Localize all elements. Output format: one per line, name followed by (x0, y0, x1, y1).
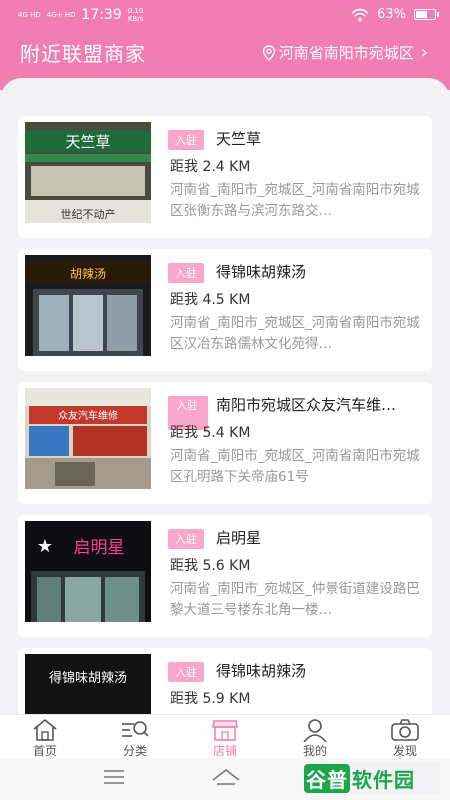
tab-store[interactable]: 店铺 (180, 715, 270, 758)
merchant-card[interactable]: 胡辣汤 入驻 得锦味胡辣汤 距我 4.5 KM 河南省_南阳市_宛城区_河南省南… (18, 249, 432, 371)
merchant-photo: 天竺草 世纪不动产 (25, 122, 151, 223)
tab-home[interactable]: 首页 (0, 715, 90, 758)
battery-icon (414, 9, 439, 20)
merchant-distance: 距我 5.9 KM (170, 691, 251, 707)
camera-icon (391, 719, 419, 741)
merchant-address: 河南省_南阳市_宛城区_河南省南阳市宛城区汉冶东路儒林文化苑得… (170, 315, 420, 352)
merchant-address: 河南省_南阳市_宛城区_仲景街道建设路巴黎大道三号楼东北角一楼… (170, 581, 420, 618)
merchant-photo: 众友汽车维修 (25, 388, 151, 489)
tab-mine[interactable]: 我的 (270, 715, 360, 758)
merchant-name: 启明星 (216, 529, 262, 547)
network-speed: 0.10 KB/s (128, 7, 144, 23)
watermark-text-b: 软件园 (352, 767, 415, 792)
battery-percent: 63% (377, 7, 406, 22)
home-nav-icon[interactable] (211, 768, 241, 786)
tab-label: 我的 (302, 744, 327, 758)
cell-signal-2: 4G+ HD (46, 11, 76, 19)
merchant-list-panel: 天竺草 世纪不动产 入驻 天竺草 距我 2.4 KM 河南省_南阳市_宛城区_河… (0, 78, 450, 718)
merchant-card[interactable]: 众友汽车维修 入驻 南阳市宛城区众友汽车维… 距我 5.4 KM 河南省_南阳市… (18, 382, 432, 504)
merchant-card[interactable]: ★ 启明星 入驻 启明星 距我 5.6 KM 河南省_南阳市_宛城区_仲景街道建… (18, 515, 432, 637)
svg-text:★: ★ (37, 536, 53, 557)
speed-value: 0.10 (127, 7, 144, 15)
status-time: 17:39 (81, 7, 122, 23)
sign-text: 天竺草 (65, 133, 110, 151)
status-bar: 4G HD 4G+ HD 17:39 0.10 KB/s 63% (0, 0, 450, 30)
sign-text: 得锦味胡辣汤 (49, 670, 127, 686)
joined-badge: 入驻 (168, 130, 204, 150)
merchant-photo: ★ 启明星 (25, 521, 151, 622)
speed-unit: KB/s (127, 15, 144, 23)
store-icon (212, 720, 238, 741)
merchant-distance: 距我 4.5 KM (170, 292, 251, 308)
location-selector[interactable]: 河南省南阳市宛城区 › (262, 42, 428, 63)
location-pin-icon (262, 44, 275, 61)
tab-discover[interactable]: 发现 (360, 715, 450, 758)
sign-text: 胡辣汤 (70, 267, 106, 281)
home-icon (33, 718, 57, 741)
sign-text: 启明星 (74, 538, 125, 558)
joined-badge: 入驻 (168, 263, 204, 283)
merchant-name: 得锦味胡辣汤 (216, 263, 307, 281)
merchant-distance: 距我 5.4 KM (170, 425, 251, 441)
merchant-name: 南阳市宛城区众友汽车维… (216, 396, 397, 414)
merchant-name: 得锦味胡辣汤 (216, 662, 307, 680)
joined-badge: 入驻 (168, 662, 204, 682)
tab-label: 店铺 (212, 744, 237, 758)
tab-label: 首页 (32, 744, 57, 758)
tab-category[interactable]: 分类 (90, 715, 180, 758)
menu-icon[interactable] (103, 768, 125, 786)
merchant-address: 河南省_南阳市_宛城区_河南省南阳市宛城区孔明路下关帝庙61号 (170, 448, 420, 485)
tab-label: 分类 (122, 744, 147, 758)
page-title: 附近联盟商家 (20, 42, 146, 66)
merchant-address: 河南省_南阳市_宛城区_河南省南阳市宛城区张衡东路与滨河东路交… (170, 182, 420, 219)
category-search-icon (122, 721, 149, 737)
merchant-card[interactable]: 得锦味胡辣汤 入驻 得锦味胡辣汤 距我 5.9 KM (18, 648, 432, 718)
joined-badge: 入驻 (168, 529, 204, 549)
merchant-name: 天竺草 (216, 130, 262, 148)
watermark-text-a: 谷普 (304, 763, 350, 793)
user-icon (303, 719, 327, 742)
merchant-card[interactable]: 天竺草 世纪不动产 入驻 天竺草 距我 2.4 KM 河南省_南阳市_宛城区_河… (18, 116, 432, 238)
watermark: 谷普 软件园 (304, 762, 440, 794)
bottom-tab-bar: 首页 分类 店铺 我的 发现 (0, 714, 450, 758)
chevron-right-icon: › (420, 42, 428, 63)
sign-text: 众友汽车维修 (58, 409, 118, 422)
wifi-icon (351, 8, 369, 21)
merchant-distance: 距我 2.4 KM (170, 159, 251, 175)
cell-signal-1: 4G HD (18, 11, 41, 19)
tab-label: 发现 (392, 744, 417, 758)
location-label: 河南省南阳市宛城区 (278, 44, 414, 62)
merchant-photo: 胡辣汤 (25, 255, 151, 356)
merchant-list[interactable]: 天竺草 世纪不动产 入驻 天竺草 距我 2.4 KM 河南省_南阳市_宛城区_河… (18, 116, 432, 718)
sub-sign-text: 世纪不动产 (61, 207, 116, 221)
merchant-photo: 得锦味胡辣汤 (25, 654, 151, 718)
merchant-distance: 距我 5.6 KM (170, 558, 251, 574)
